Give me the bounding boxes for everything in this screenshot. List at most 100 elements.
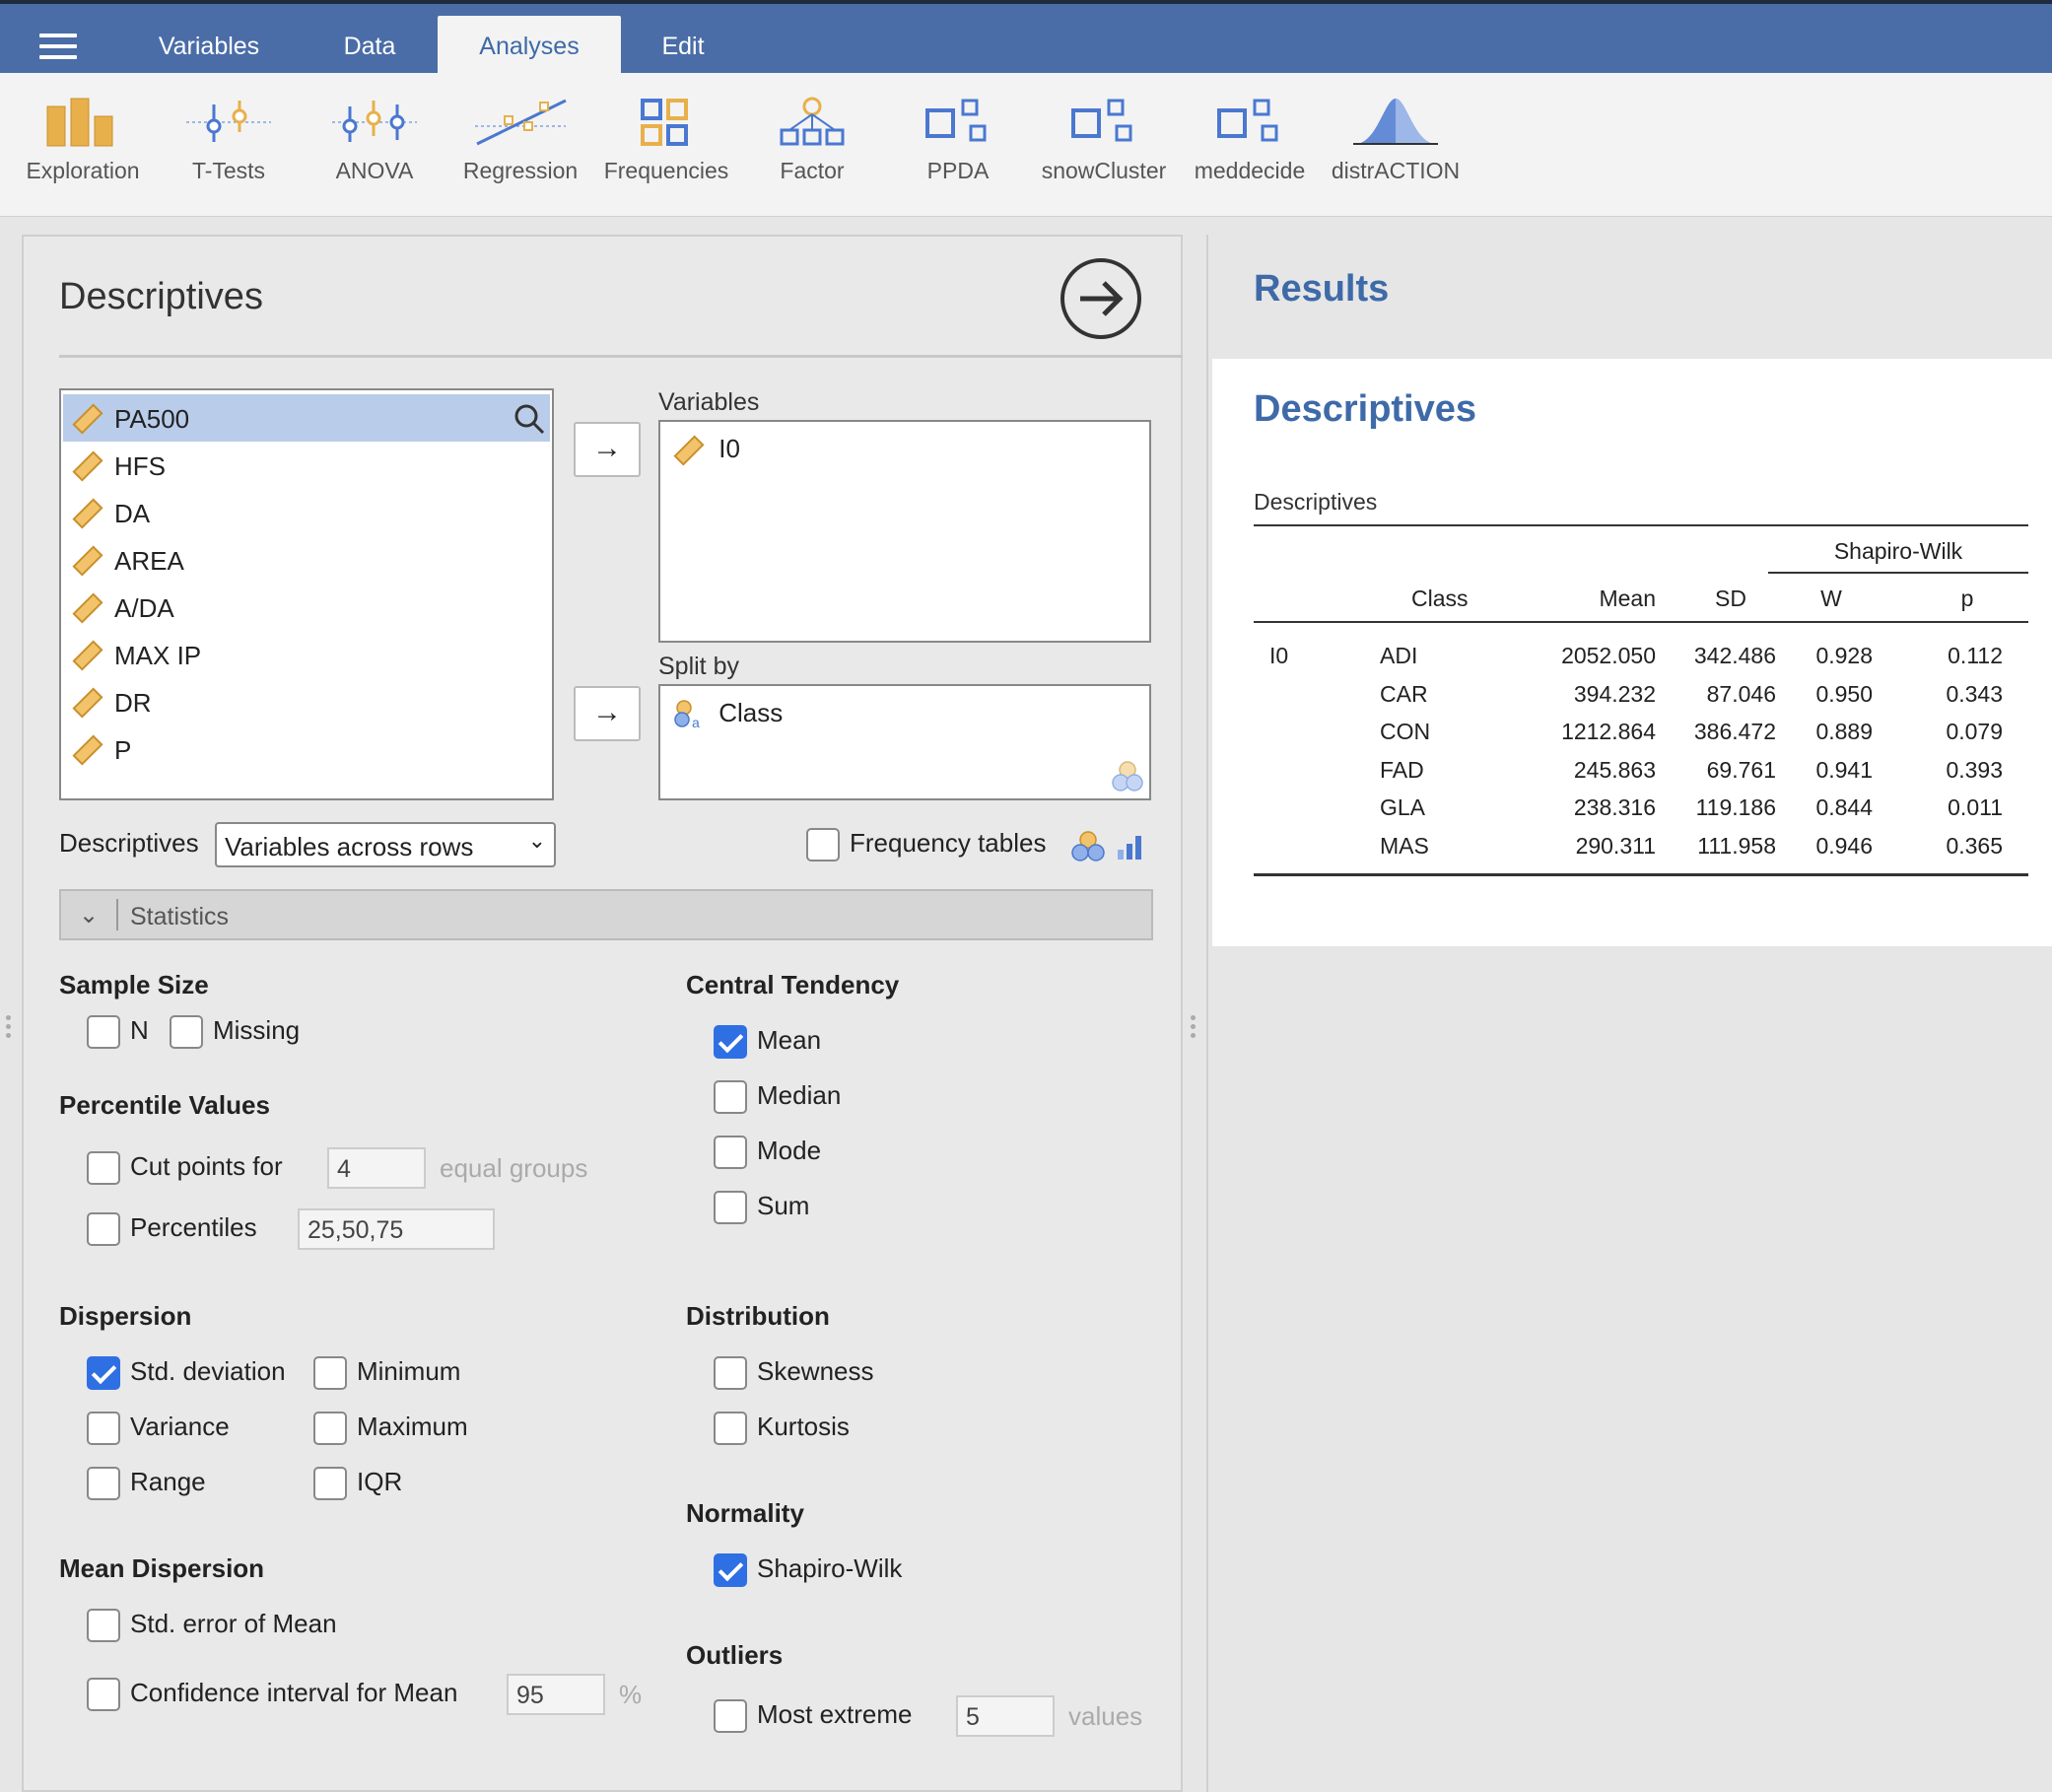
tab-analyses[interactable]: Analyses: [438, 16, 621, 77]
cut-points-checkbox[interactable]: [87, 1151, 120, 1186]
move-to-variables-button[interactable]: →: [574, 422, 641, 477]
n-checkbox[interactable]: [87, 1015, 120, 1050]
iqr-checkbox[interactable]: [313, 1467, 347, 1501]
n-option[interactable]: N: [87, 1015, 149, 1050]
percentiles-checkbox[interactable]: [87, 1212, 120, 1247]
most-extreme-label: Most extreme: [757, 1699, 913, 1729]
minimum-checkbox[interactable]: [313, 1356, 347, 1391]
column-header-p: p: [1960, 586, 1974, 611]
hamburger-menu-icon[interactable]: [39, 34, 77, 59]
kurtosis-checkbox[interactable]: [714, 1412, 747, 1446]
frequency-tables-option[interactable]: Frequency tables: [806, 828, 1046, 862]
sum-checkbox[interactable]: [714, 1191, 747, 1225]
toolbar-distraction[interactable]: distrACTION: [1323, 97, 1469, 203]
median-option[interactable]: Median: [714, 1080, 841, 1115]
mean-checkbox[interactable]: [714, 1025, 747, 1060]
results-section-title[interactable]: Descriptives: [1254, 388, 1476, 431]
std-error-checkbox[interactable]: [87, 1609, 120, 1643]
target-variable-item[interactable]: I0: [672, 434, 740, 467]
variable-source-list[interactable]: PA500 HFS DA AREA A/DA MAX IP DR P: [59, 388, 554, 800]
variance-option[interactable]: Variance: [87, 1412, 230, 1446]
maximum-checkbox[interactable]: [313, 1412, 347, 1446]
ci-mean-checkbox[interactable]: [87, 1678, 120, 1712]
sum-option[interactable]: Sum: [714, 1191, 809, 1225]
variable-item[interactable]: PA500: [63, 394, 550, 442]
toolbar-meddecide[interactable]: meddecide: [1177, 97, 1323, 203]
table-cell-mean: 1212.864: [1561, 719, 1656, 744]
panel-resize-handle[interactable]: [1191, 1015, 1197, 1045]
percentiles-option[interactable]: Percentiles: [87, 1212, 257, 1247]
table-cell-sd: 87.046: [1706, 680, 1776, 707]
std-deviation-checkbox[interactable]: [87, 1356, 120, 1391]
median-checkbox[interactable]: [714, 1080, 747, 1115]
variable-item[interactable]: DA: [63, 489, 550, 536]
missing-option[interactable]: Missing: [170, 1015, 300, 1050]
most-extreme-option[interactable]: Most extreme: [714, 1699, 913, 1734]
maximum-option[interactable]: Maximum: [313, 1412, 468, 1446]
move-to-split-by-button[interactable]: →: [574, 686, 641, 741]
table-cell-mean: 290.311: [1575, 832, 1656, 859]
toolbar-regression[interactable]: Regression: [447, 97, 593, 203]
std-deviation-option[interactable]: Std. deviation: [87, 1356, 286, 1391]
table-cell-p: 0.112: [1948, 643, 2003, 668]
run-arrow-button[interactable]: [1060, 258, 1141, 339]
minimum-option[interactable]: Minimum: [313, 1356, 461, 1391]
percent-label: %: [619, 1680, 643, 1709]
range-option[interactable]: Range: [87, 1467, 206, 1501]
iqr-option[interactable]: IQR: [313, 1467, 402, 1501]
toolbar-label: meddecide: [1194, 158, 1306, 183]
most-extreme-checkbox[interactable]: [714, 1699, 747, 1734]
mode-checkbox[interactable]: [714, 1136, 747, 1170]
split-variable-item[interactable]: a Class: [672, 698, 783, 731]
toolbar-exploration[interactable]: Exploration: [10, 97, 156, 203]
kurtosis-option[interactable]: Kurtosis: [714, 1412, 850, 1446]
shapiro-wilk-checkbox[interactable]: [714, 1553, 747, 1588]
toolbar-frequencies[interactable]: Frequencies: [593, 97, 739, 203]
std-error-option[interactable]: Std. error of Mean: [87, 1609, 337, 1643]
descriptives-layout-select[interactable]: Variables across rows ⌄: [215, 822, 556, 867]
toolbar-factor[interactable]: Factor: [739, 97, 885, 203]
toolbar-ppda[interactable]: PPDA: [885, 97, 1031, 203]
panel-resize-handle[interactable]: [6, 1015, 12, 1045]
statistics-section-toggle[interactable]: ⌄ Statistics: [59, 889, 1153, 940]
skewness-label: Skewness: [757, 1356, 874, 1386]
toolbar-snowcluster[interactable]: snowCluster: [1031, 97, 1177, 203]
dispersion-heading: Dispersion: [59, 1301, 192, 1331]
tab-edit[interactable]: Edit: [621, 16, 745, 77]
skewness-checkbox[interactable]: [714, 1356, 747, 1391]
continuous-ruler-icon: [72, 403, 103, 435]
shapiro-wilk-option[interactable]: Shapiro-Wilk: [714, 1553, 902, 1588]
results-title: Results: [1254, 268, 1390, 310]
toolbar-t-tests[interactable]: T-Tests: [156, 97, 302, 203]
variable-item[interactable]: P: [63, 725, 550, 773]
ci-mean-input[interactable]: 95: [507, 1674, 605, 1715]
tab-variables[interactable]: Variables: [128, 16, 290, 77]
variables-target-box[interactable]: I0: [658, 420, 1151, 643]
variance-checkbox[interactable]: [87, 1412, 120, 1446]
ci-mean-option[interactable]: Confidence interval for Mean: [87, 1678, 457, 1712]
statistics-section-label: Statistics: [130, 903, 230, 930]
variable-item[interactable]: DR: [63, 678, 550, 725]
missing-checkbox[interactable]: [170, 1015, 203, 1050]
variable-item[interactable]: MAX IP: [63, 631, 550, 678]
range-checkbox[interactable]: [87, 1467, 120, 1501]
minimum-label: Minimum: [357, 1356, 461, 1386]
cut-points-option[interactable]: Cut points for: [87, 1151, 283, 1186]
toolbar-anova[interactable]: ANOVA: [302, 97, 447, 203]
table-rule: [1768, 572, 2028, 574]
most-extreme-input[interactable]: 5: [956, 1695, 1055, 1737]
mean-option[interactable]: Mean: [714, 1025, 821, 1060]
mode-option[interactable]: Mode: [714, 1136, 821, 1170]
frequency-tables-checkbox[interactable]: [806, 828, 840, 862]
cut-points-input[interactable]: 4: [327, 1147, 426, 1189]
tab-data[interactable]: Data: [306, 16, 434, 77]
split-by-target-box[interactable]: a Class: [658, 684, 1151, 800]
variable-item[interactable]: A/DA: [63, 584, 550, 631]
t-tests-icon: [186, 101, 271, 142]
percentiles-input[interactable]: 25,50,75: [298, 1208, 495, 1250]
variable-item[interactable]: HFS: [63, 442, 550, 489]
skewness-option[interactable]: Skewness: [714, 1356, 874, 1391]
search-icon[interactable]: [513, 402, 546, 436]
variable-item[interactable]: AREA: [63, 536, 550, 584]
continuous-ruler-icon: [673, 435, 705, 466]
